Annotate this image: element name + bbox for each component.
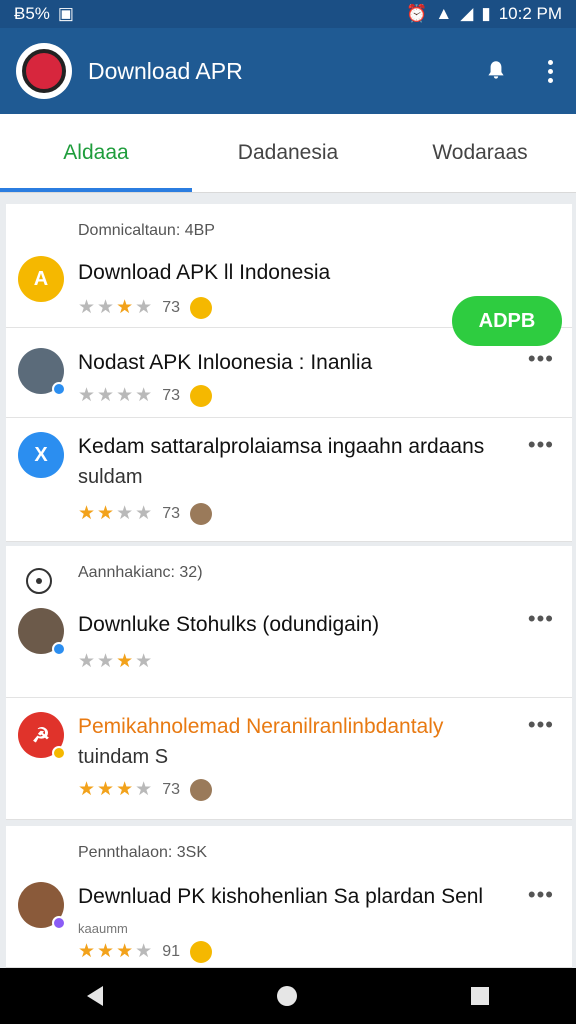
rating-stars: ★ ★ ★ ★ 73 [78,502,212,525]
item-title: Dewnluad PK kishohenlian Sa plardan Senl… [78,882,496,944]
back-icon[interactable] [87,986,103,1006]
app-title: Download APR [88,57,243,84]
app-logo [16,43,72,99]
rating-count: 73 [162,780,180,798]
avatar [18,348,66,396]
tab-bar: Aldaaa Dadanesia Wodaraas [0,114,576,193]
app-bar: Download APR [0,28,576,114]
more-options-icon[interactable]: ••• [528,432,554,458]
rating-count: 73 [162,386,180,404]
avatar [18,882,66,930]
tab-1[interactable]: Aldaaa [0,114,192,192]
signal-icon: ◢ [460,4,474,23]
item-subtitle: kaaumm [78,921,128,936]
list-item[interactable]: X Kedam sattaralprolaiamsa ingaahn ardaa… [6,418,572,538]
section-title: Domnicaltaun: 4BP [78,222,215,239]
avatar [18,608,66,656]
item-title: Downluke Stohulks (odundigain) [78,613,380,636]
section-title: Aannhakianc: 32) [78,564,203,581]
notification-icon: ▣ [57,4,74,23]
rating-stars: ★ ★ ★ ★ 73 [78,384,212,407]
more-options-icon[interactable]: ••• [528,346,554,372]
app-icon: ☭ [18,712,66,760]
more-options-icon[interactable]: ••• [528,606,554,632]
card-1: Domnicaltaun: 4BP A Download APK ll Indo… [6,204,572,542]
tab-2[interactable]: Dadanesia [192,114,384,192]
list-item[interactable]: Dewnluad PK kishohenlian Sa plardan Senl… [6,868,572,968]
rating-count: 73 [162,504,180,522]
emoji-icon [189,940,212,963]
recents-icon[interactable] [471,987,489,1005]
item-title: Download APK ll Indonesia [78,261,331,284]
battery-icon: ▮ [481,4,491,23]
wifi-icon: ▲ [435,4,453,23]
item-title: Pemikahnolemad Neranilranlinbdantaly tui… [78,712,496,772]
bell-icon[interactable] [482,57,510,85]
more-options-icon[interactable]: ••• [528,882,554,908]
more-options-icon[interactable]: ••• [528,712,554,738]
rating-stars: ★ ★ ★ ★ 91 [78,940,212,963]
emoji-icon [189,384,212,407]
list-item[interactable]: ☭ Pemikahnolemad Neranilranlinbdantaly t… [6,698,572,816]
section-title: Pennthalaon: 3SK [78,844,207,861]
status-battery-text: Ƀ5% [14,4,50,23]
card-2: Aannhakianc: 32) Downluke Stohulks (odun… [6,546,572,820]
item-title-text: Kedam sattaralprolaiamsa ingaahn ardaans [78,435,485,458]
status-bar: Ƀ5% ▣ ⏰ ▲ ◢ ▮ 10:2 PM [0,0,576,28]
item-subtitle: tuindam S [78,746,169,768]
app-icon: A [18,256,64,302]
list-item[interactable]: Downluke Stohulks (odundigain) ★ ★ ★ ★ ••• [6,588,572,698]
more-vert-icon[interactable] [540,59,560,83]
avatar-small [189,502,212,525]
app-icon: X [18,432,64,478]
item-title-text: Pemikahnolemad Neranilranlinbdantaly [78,715,444,738]
rating-count: 73 [162,298,180,316]
avatar-small [189,778,212,801]
rating-stars: ★ ★ ★ ★ [78,651,153,672]
item-title: Nodast APK Inloonesia : Inanlia [78,351,373,374]
status-time: 10:2 PM [498,4,562,23]
rating-count: 91 [162,942,180,960]
list-item[interactable]: A Download APK ll Indonesia ★ ★ ★ ★ 73 ADPB [6,246,572,346]
rating-stars: ★ ★ ★ ★ 73 [78,296,212,319]
item-title: Kedam sattaralprolaiamsa ingaahn ardaans… [78,432,496,492]
alarm-icon: ⏰ [406,4,428,23]
item-title-text: Dewnluad PK kishohenlian Sa plardan Senl [78,885,484,908]
card-3: Pennthalaon: 3SK Dewnluad PK kishohenlia… [6,826,572,968]
emoji-icon [189,296,212,319]
rating-stars: ★ ★ ★ ★ 73 [78,778,212,801]
list-item[interactable]: Nodast APK Inloonesia : Inanlia ★ ★ ★ ★ 73 … [6,328,572,418]
tab-3[interactable]: Wodaraas [384,114,576,192]
system-nav-bar [0,968,576,1024]
item-subtitle: suldam [78,466,143,488]
home-icon[interactable] [277,986,297,1006]
